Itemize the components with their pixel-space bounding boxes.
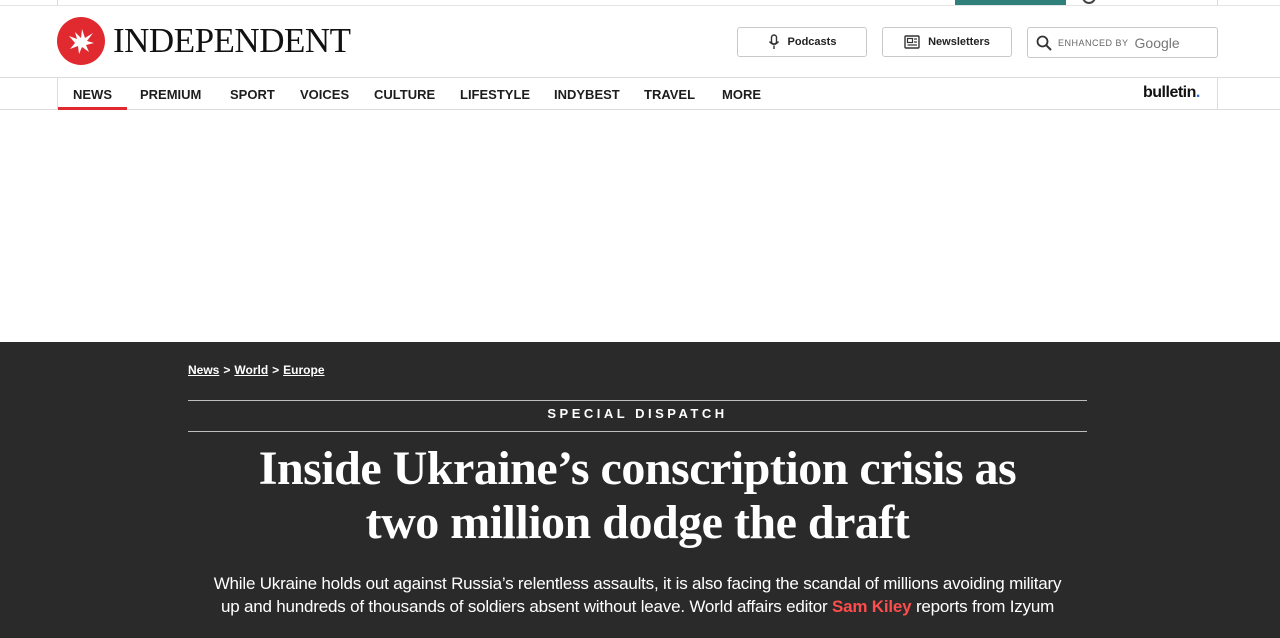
nav-divider xyxy=(1217,78,1218,110)
overlay-fade xyxy=(1085,572,1280,622)
article-kicker: SPECIAL DISPATCH xyxy=(547,406,728,421)
breadcrumb-world[interactable]: World xyxy=(234,363,268,377)
nav-divider xyxy=(57,78,58,110)
headline-line-2: two million dodge the draft xyxy=(365,496,910,549)
nav-item-indybest[interactable]: INDYBEST xyxy=(554,78,620,110)
nav-item-premium[interactable]: PREMIUM xyxy=(140,78,201,110)
breadcrumb-separator: > xyxy=(272,363,280,377)
newsletters-button[interactable]: Newsletters xyxy=(882,27,1012,57)
headline-line-1: Inside Ukraine’s conscription crisis as xyxy=(258,442,1017,495)
article-hero: News > World > Europe SPECIAL DISPATCH Insid… xyxy=(0,342,1280,638)
top-accent-tab[interactable] xyxy=(955,0,1066,5)
breadcrumb-europe[interactable]: Europe xyxy=(283,363,324,377)
nav-item-lifestyle[interactable]: LIFESTYLE xyxy=(460,78,530,110)
nav-item-sport[interactable]: SPORT xyxy=(230,78,275,110)
search-google-brand: Google xyxy=(1134,34,1180,51)
author-link[interactable]: Sam Kiley xyxy=(832,597,912,616)
nav-item-voices[interactable]: VOICES xyxy=(300,78,349,110)
newsletter-icon xyxy=(904,35,920,49)
main-nav: NEWS PREMIUM SPORT VOICES CULTURE LIFEST… xyxy=(0,78,1280,110)
account-icon[interactable] xyxy=(1082,0,1096,4)
bulletin-link[interactable]: bulletin. xyxy=(1143,84,1200,102)
standfirst-line-2-start: up and hundreds of thousands of soldiers… xyxy=(220,597,832,616)
article-headline: Inside Ukraine’s conscription crisis as … xyxy=(160,442,1115,550)
search-input[interactable]: ENHANCED BY Google xyxy=(1027,27,1218,58)
nav-item-travel[interactable]: TRAVEL xyxy=(644,78,695,110)
article-standfirst: While Ukraine holds out against Russia’s… xyxy=(160,572,1115,618)
newsletters-label: Newsletters xyxy=(928,36,990,48)
nav-item-news[interactable]: NEWS xyxy=(58,78,127,110)
podcasts-label: Podcasts xyxy=(787,36,837,48)
logo-wordmark: INDEPENDENT xyxy=(113,21,351,60)
breadcrumb-news[interactable]: News xyxy=(188,363,219,377)
breadcrumb-separator: > xyxy=(223,363,231,377)
bulletin-label: bulletin xyxy=(1143,84,1196,101)
search-enhanced-by: ENHANCED BY xyxy=(1058,37,1129,48)
nav-item-culture[interactable]: CULTURE xyxy=(374,78,435,110)
standfirst-line-2-end: reports from Izyum xyxy=(911,597,1055,616)
standfirst-line-1: While Ukraine holds out against Russia’s… xyxy=(213,574,1062,593)
eagle-logo-icon xyxy=(57,17,105,65)
breadcrumb: News > World > Europe xyxy=(188,363,325,377)
bulletin-dot: . xyxy=(1195,84,1200,101)
kicker-bottom-rule xyxy=(188,431,1087,432)
site-header: INDEPENDENT Podcasts Newsletters ENHANCE… xyxy=(0,6,1280,78)
nav-item-more[interactable]: MORE xyxy=(722,78,761,110)
site-logo[interactable]: INDEPENDENT xyxy=(57,17,351,65)
kicker-top-rule xyxy=(188,400,1087,401)
microphone-icon xyxy=(768,34,779,49)
podcasts-button[interactable]: Podcasts xyxy=(737,27,867,57)
search-icon[interactable] xyxy=(1036,35,1052,51)
